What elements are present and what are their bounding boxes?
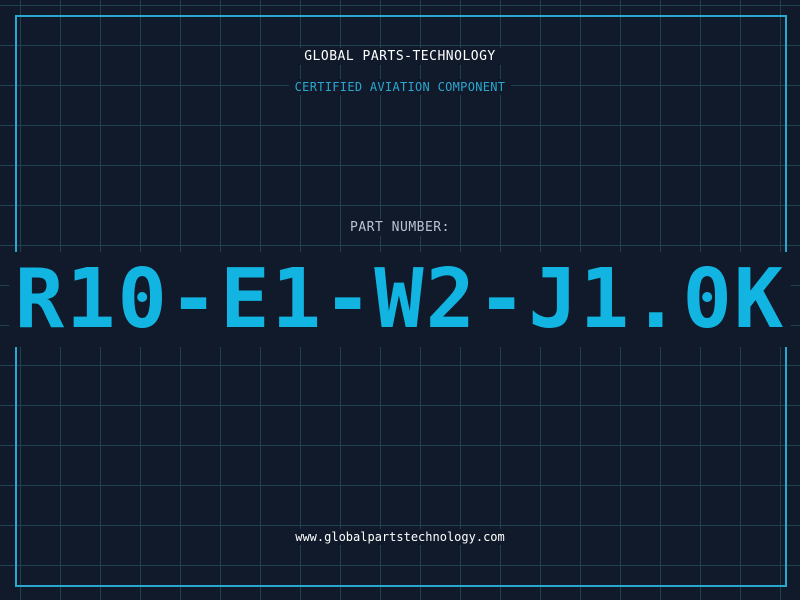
- part-number-label: PART NUMBER:: [0, 219, 800, 236]
- certification-subtitle: CERTIFIED AVIATION COMPONENT: [0, 79, 800, 95]
- part-number: R10-E1-W2-J1.0K: [0, 252, 800, 348]
- company-name: GLOBAL PARTS-TECHNOLOGY: [0, 48, 800, 65]
- website-url-text: www.globalpartstechnology.com: [289, 529, 511, 545]
- part-number-label-text: PART NUMBER:: [344, 219, 456, 236]
- certification-subtitle-text: CERTIFIED AVIATION COMPONENT: [288, 79, 512, 95]
- part-number-value: R10-E1-W2-J1.0K: [8, 252, 792, 347]
- company-name-text: GLOBAL PARTS-TECHNOLOGY: [298, 48, 502, 65]
- website-url: www.globalpartstechnology.com: [0, 529, 800, 545]
